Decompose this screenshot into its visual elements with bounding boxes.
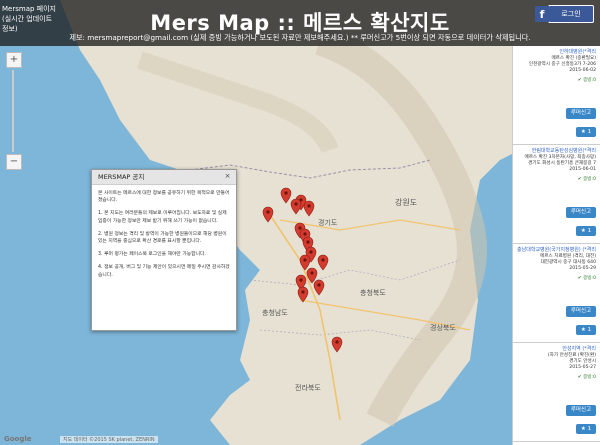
like-count: 1 [587,426,592,432]
star-icon: ★ [580,426,586,432]
like-count: 1 [587,129,592,135]
like-button[interactable]: ★ 1 [576,424,596,434]
marker-dot [303,258,307,262]
dialog-paragraph: 2. 병원 정보는 격리 및 방역이 가능한 병원들이므로 해당 병원이 있는 … [98,231,227,245]
hospital-address: 경기도 화성시 동탄기흥 큰재봉길 7 [528,160,596,166]
facebook-icon: f [535,6,549,22]
region-label: 전라북도 [295,383,321,392]
star-icon: ★ [580,129,586,135]
marker-dot [299,278,303,282]
marker-dot [321,258,325,262]
region-label: 경상북도 [430,323,456,332]
dialog-body: 본 사이트는 메르스에 대한 정보를 공유하기 위한 목적으로 만들어졌습니다.… [92,185,236,290]
zoom-control: + − [6,52,22,170]
like-button[interactable]: ★ 1 [576,127,596,137]
zoom-slider[interactable] [12,70,14,152]
evidence-count: ✔ 증빙:0 [577,275,596,281]
like-count: 1 [587,228,592,234]
hospital-date: 2015-05-29 [569,265,596,271]
marker-dot [301,290,305,294]
marker-dot [266,210,270,214]
google-logo: Google [4,435,32,443]
hospital-card[interactable]: 한림대학교동탄성심병원(*격리 메르스 확진 3차본자(사망, 최종사망) 경기… [513,145,600,244]
marker-dot [309,250,313,254]
hospital-list[interactable]: 인하대병원(*격리 메르스 확진 (중환필요) 인천광역시 중구 신흥동3가 7… [512,46,600,445]
evidence-count: ✔ 증빙:0 [577,77,596,83]
marker-dot [317,283,321,287]
marker-dot [306,240,310,244]
marker-dot [335,340,339,344]
rumor-report-button[interactable]: 루머신고 [566,405,596,416]
zoom-out-button[interactable]: − [6,154,22,170]
dialog-paragraph: 1. 본 지도는 여러분들의 제보로 이루어집니다. 보도자료 및 실제 입증이… [98,211,227,224]
hospital-card[interactable]: 충남대학교병원(국가지정병원) (*격리 메르스 치료병원 (격리, 대전) 대… [513,244,600,343]
marker-dot [298,226,302,230]
region-label: 강원도 [395,197,417,207]
region-label: 경기도 [318,218,338,227]
map-canvas[interactable]: 강원도 경기도 충청북도 충청남도 전라북도 경상북도 [0,0,600,445]
marker-dot [294,202,298,206]
marker-dot [303,232,307,236]
login-label: 로그인 [561,10,581,18]
star-icon: ★ [580,327,586,333]
star-icon: ★ [580,228,586,234]
notice-dialog: MERSMAP 공지 × 본 사이트는 메르스에 대한 정보를 공유하기 위한 … [91,169,237,331]
hospital-date: 2015-06-01 [569,166,596,172]
dialog-paragraph: 4. 정보 공개, 버그 및 기능 제안이 있으시면 메일 주시면 감사하겠습니… [98,265,230,278]
close-icon[interactable]: × [223,172,232,181]
like-button[interactable]: ★ 1 [576,325,596,335]
region-label: 충청남도 [262,308,288,317]
marker-dot [307,204,311,208]
rumor-report-button[interactable]: 루머신고 [566,306,596,317]
dialog-title: MERSMAP 공지 [92,170,236,185]
marker-dot [310,271,314,275]
top-bar: Mersmap 페이지 (실시간 업데이트 정보) Mers Map :: 메르… [0,0,600,46]
marker-dot [284,191,288,195]
hospital-date: 2015-05-27 [569,364,596,370]
region-label: 충청북도 [360,288,386,297]
map-attribution: 지도 데이터 ©2015 SK planet, ZENRIN [60,436,158,443]
rumor-report-button[interactable]: 루머신고 [566,207,596,218]
hospital-status: 메르스 확진 3차본자(사망, 최종사망) [524,154,596,160]
facebook-login-button[interactable]: f 로그인 [535,5,594,23]
hospital-card[interactable]: 인하대병원(*격리 메르스 확진 (중환필요) 인천광역시 중구 신흥동3가 7… [513,46,600,145]
zoom-in-button[interactable]: + [6,52,22,68]
like-button[interactable]: ★ 1 [576,226,596,236]
like-count: 1 [587,327,592,333]
hospital-address: 인천광역시 중구 신흥동3가 7-206 [528,61,596,67]
hospital-date: 2015-06-02 [569,67,596,73]
hospital-name[interactable]: 충남대학교병원(국가지정병원) (*격리 [517,247,596,254]
hospital-card[interactable]: 안성지역 (*격리 (자가 안성진료 (확진(환) 경기도 안성시 2015-0… [513,343,600,442]
dialog-paragraph: 본 사이트는 메르스에 대한 정보를 공유하기 위한 목적으로 만들어졌습니다. [98,191,230,204]
rumor-report-button[interactable]: 루머신고 [566,108,596,119]
evidence-count: ✔ 증빙:0 [577,374,596,380]
dialog-paragraph: 3. 루머 평가는 페이스북 로그인을 해야만 가능합니다. [98,252,206,258]
evidence-count: ✔ 증빙:0 [577,176,596,182]
report-notice: 제보: mersmapreport@gmail.com (실제 증빙 가능하거나… [69,33,531,42]
